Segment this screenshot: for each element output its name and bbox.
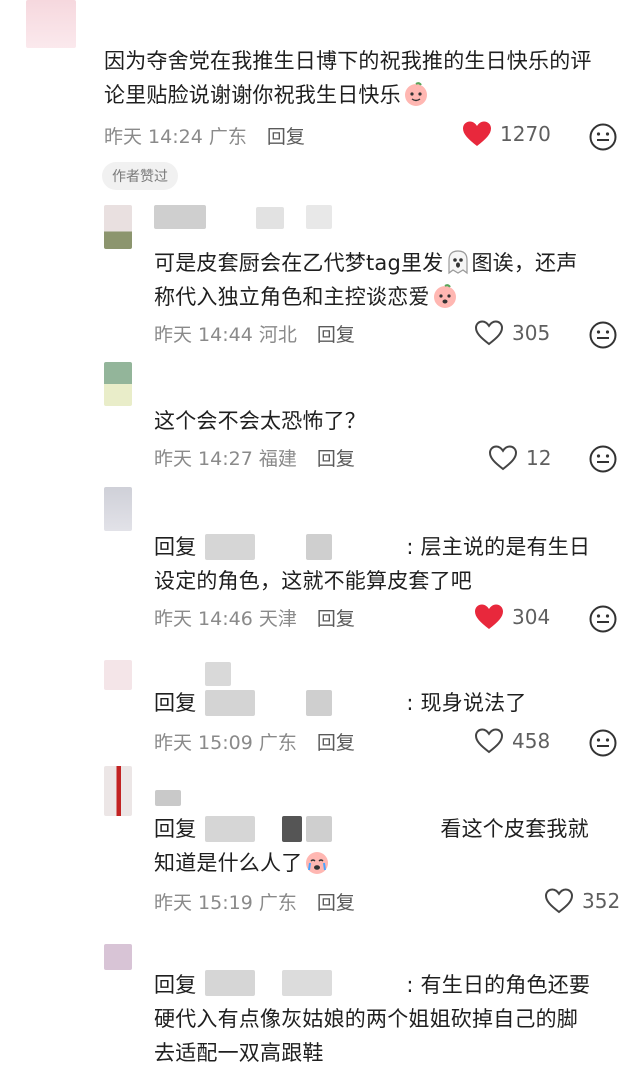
comment-text-line: 可是皮套厨会在乙代梦tag里发: [154, 251, 444, 275]
comment-location: 广东: [258, 892, 297, 914]
comment-location: 广东: [258, 732, 297, 754]
like-count: 1270: [500, 122, 551, 146]
comment-location: 河北: [258, 324, 297, 346]
comment-text-line: 论里贴脸说谢谢你祝我生日快乐: [104, 83, 401, 107]
avatar[interactable]: [104, 944, 132, 970]
redacted-username: [306, 205, 332, 229]
avatar[interactable]: [104, 766, 132, 816]
comment-time: 昨天 15:19: [154, 892, 253, 914]
comment-text-line: 称代入独立角色和主控谈恋爱: [154, 285, 430, 309]
heart-outline-icon: [474, 728, 504, 754]
comment-text-line: 这个会不会太恐怖了？: [154, 409, 366, 433]
avatar[interactable]: [104, 660, 132, 690]
heart-outline-icon: [544, 888, 574, 914]
reply-prefix: 回复: [154, 535, 197, 559]
comment-text-line: 知道是什么人了: [154, 851, 303, 875]
reply-button[interactable]: 回复: [317, 608, 355, 630]
avatar[interactable]: [104, 362, 132, 406]
comment-time: 昨天 14:27: [154, 448, 253, 470]
reply-button[interactable]: 回复: [267, 126, 305, 148]
avatar[interactable]: [104, 487, 132, 531]
redacted-username: [155, 790, 181, 806]
crying-face-emoji: [306, 852, 329, 874]
redacted-username: [256, 207, 284, 229]
comment-text-line: : 层主说的是有生日: [406, 535, 591, 559]
like-count: 305: [512, 321, 551, 345]
comment-text-line: : 有生日的角色还要: [406, 973, 591, 997]
like-button[interactable]: 12: [488, 444, 551, 472]
reply-prefix: 回复: [154, 691, 197, 715]
avatar[interactable]: [26, 0, 76, 48]
like-button[interactable]: 304: [474, 603, 550, 631]
reply-button[interactable]: 回复: [317, 324, 355, 346]
redacted-username: [154, 205, 206, 229]
like-button[interactable]: 1270: [462, 120, 551, 148]
reply-button[interactable]: 回复: [317, 732, 355, 754]
like-count: 12: [526, 446, 552, 470]
emoji-reaction-icon[interactable]: [588, 122, 618, 152]
emoji-reaction-icon[interactable]: [588, 604, 618, 634]
emoji-reaction-icon[interactable]: [588, 444, 618, 474]
comment-text-line: 去适配一双高跟鞋: [154, 1041, 324, 1065]
peach-face-emoji: [433, 284, 456, 308]
like-button[interactable]: 305: [474, 319, 550, 347]
reply-button[interactable]: 回复: [317, 448, 355, 470]
comment-time: 昨天 14:44: [154, 324, 253, 346]
redacted-username: [205, 662, 231, 686]
like-count: 458: [512, 729, 551, 753]
comment-time: 昨天 14:46: [154, 608, 253, 630]
heart-outline-icon: [474, 320, 504, 346]
like-button[interactable]: 352: [544, 887, 620, 915]
comment-location: 天津: [258, 608, 297, 630]
like-count: 352: [582, 889, 621, 913]
emoji-reaction-icon[interactable]: [588, 728, 618, 758]
like-count: 304: [512, 605, 551, 629]
peach-face-emoji: [404, 82, 427, 106]
reply-prefix: 回复: [154, 973, 197, 997]
comment-text-line: 因为夺舍党在我推生日博下的祝我推的生日快乐的评: [104, 49, 592, 73]
comment-text-line: 硬代入有点像灰姑娘的两个姐姐砍掉自己的脚: [154, 1007, 578, 1031]
comment-text-line: : 现身说法了: [406, 691, 527, 715]
comment-time: 昨天 15:09: [154, 732, 253, 754]
avatar[interactable]: [104, 205, 132, 249]
heart-filled-icon: [475, 604, 503, 629]
emoji-reaction-icon[interactable]: [588, 320, 618, 350]
comment-location: 福建: [258, 448, 297, 470]
heart-filled-icon: [463, 121, 491, 146]
author-liked-badge: 作者赞过: [102, 162, 178, 190]
reply-prefix: 回复: [154, 817, 197, 841]
comment-location: 广东: [208, 126, 247, 148]
heart-outline-icon: [488, 445, 518, 471]
reply-button[interactable]: 回复: [317, 892, 355, 914]
comment-text-line: 看这个皮套我就: [440, 817, 589, 841]
comment-time: 昨天 14:24: [104, 126, 203, 148]
ghost-emoji: [448, 250, 469, 275]
comment-text-line: 图诶，还声: [471, 251, 578, 275]
comment-text-line: 设定的角色，这就不能算皮套了吧: [154, 569, 472, 593]
like-button[interactable]: 458: [474, 727, 550, 755]
